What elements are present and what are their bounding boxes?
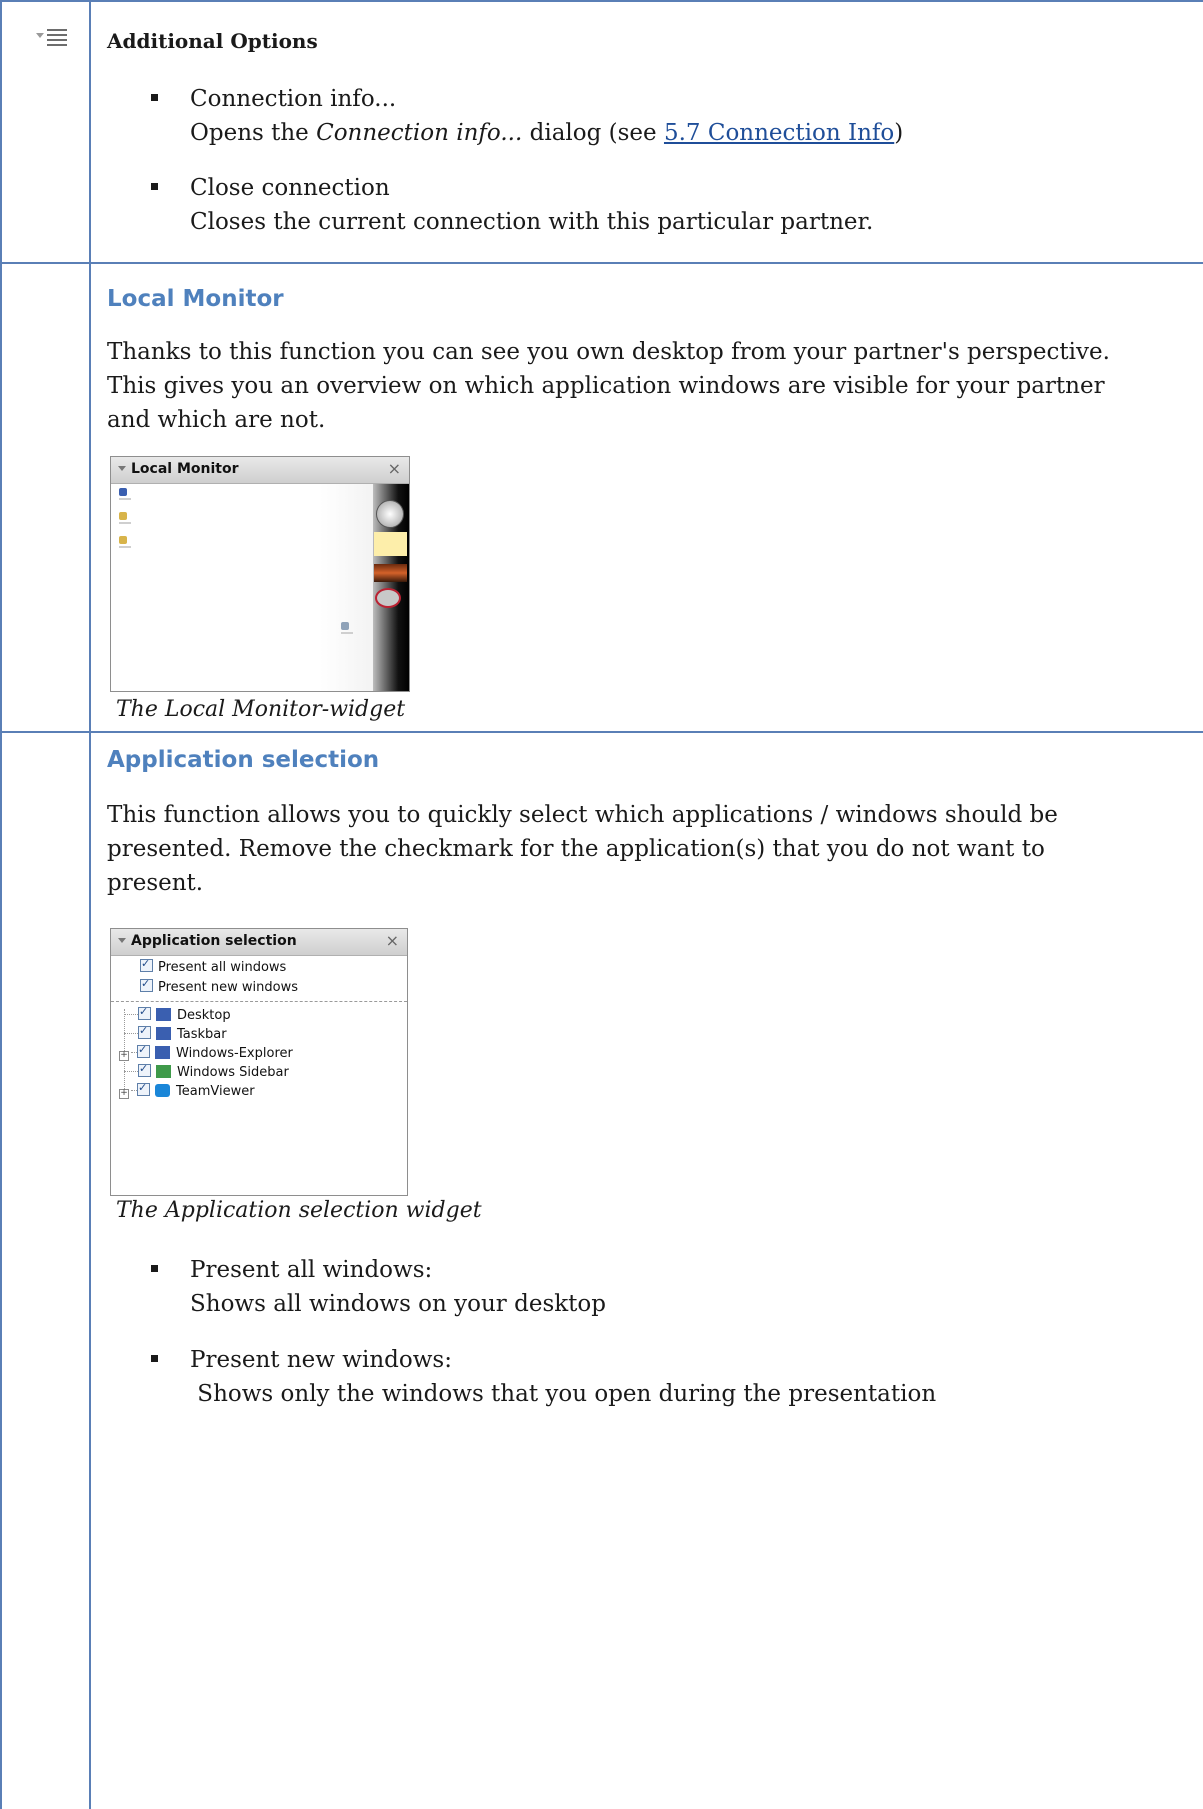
collapse-arrow-icon: [118, 938, 126, 943]
tree-item-label: TeamViewer: [176, 1084, 255, 1099]
collapse-arrow-icon: [118, 466, 126, 471]
connection-info-label: Connection info...: [190, 86, 397, 112]
connection-info-link[interactable]: 5.7 Connection Info: [664, 120, 894, 146]
paragraph-line: presented. Remove the checkmark for the …: [107, 836, 1045, 862]
checkbox-checked-icon: [140, 955, 153, 973]
widget-header: Local Monitor ×: [111, 457, 409, 484]
present-all-windows-option: Present all windows: [140, 955, 287, 977]
application-selection-heading: Application selection: [107, 747, 380, 773]
checkbox-checked-icon: [137, 1079, 150, 1097]
desktop-icon: [119, 536, 131, 548]
close-connection-label: Close connection: [190, 175, 390, 201]
paragraph-line: This function allows you to quickly sele…: [107, 802, 1058, 828]
present-all-windows-label: Present all windows:: [190, 1257, 433, 1283]
checkbox-checked-icon: [138, 1060, 151, 1078]
table-column-divider: [89, 0, 91, 1809]
tree-item-label: Windows Sidebar: [177, 1065, 289, 1080]
table-left-border: [0, 0, 2, 1809]
desktop-icon: [119, 488, 131, 500]
row-divider-2: [0, 731, 1203, 733]
checkbox-checked-icon: [137, 1041, 150, 1059]
present-all-windows-description: Shows all windows on your desktop: [190, 1291, 606, 1317]
checkbox-checked-icon: [138, 1022, 151, 1040]
cpu-meter-gadget-icon: [375, 588, 401, 608]
description-text: Opens the: [190, 120, 317, 146]
description-text: ): [894, 120, 904, 146]
local-monitor-caption: The Local Monitor-widget: [116, 697, 406, 722]
table-top-border: [0, 0, 1203, 2]
paragraph-line: This gives you an overview on which appl…: [107, 373, 1105, 399]
present-new-windows-option: Present new windows: [140, 975, 299, 997]
connection-info-description: Opens the Connection info... dialog (see…: [190, 116, 903, 150]
desktop-preview: [111, 484, 409, 691]
description-text: dialog (see: [522, 120, 664, 146]
slideshow-gadget-icon: [374, 564, 407, 582]
present-new-windows-label: Present new windows:: [190, 1347, 452, 1373]
teamviewer-icon: [155, 1084, 170, 1097]
dialog-name: Connection info...: [316, 120, 523, 146]
row-divider-1: [0, 262, 1203, 264]
tree-item-label: Windows-Explorer: [176, 1046, 293, 1061]
notes-gadget-icon: [374, 532, 407, 556]
tree-item-teamviewer: + TeamViewer: [119, 1079, 255, 1101]
option-label: Present new windows: [158, 980, 299, 995]
sidebar-app-icon: [156, 1065, 171, 1078]
monitor-icon: [156, 1008, 171, 1021]
present-new-windows-description: Shows only the windows that you open dur…: [190, 1381, 937, 1407]
tree-item-label: Desktop: [177, 1008, 231, 1023]
paragraph-line: and which are not.: [107, 407, 326, 433]
local-monitor-heading: Local Monitor: [107, 286, 284, 312]
checkbox-checked-icon: [138, 1003, 151, 1021]
expand-icon: +: [119, 1050, 129, 1061]
bullet-marker: [151, 183, 158, 190]
paragraph-line: present.: [107, 870, 204, 896]
tree-item-windows-sidebar: Windows Sidebar: [124, 1060, 289, 1082]
paragraph-line: Thanks to this function you can see you …: [107, 339, 1110, 365]
option-label: Present all windows: [158, 960, 287, 975]
bullet-marker: [151, 1355, 158, 1362]
clock-gadget-icon: [376, 500, 404, 528]
application-selection-widget-screenshot: Application selection × Present all wind…: [110, 928, 408, 1196]
close-icon: ×: [385, 931, 399, 950]
monitor-icon: [156, 1027, 171, 1040]
close-connection-description: Closes the current connection with this …: [190, 209, 874, 235]
local-monitor-widget-screenshot: Local Monitor ×: [110, 456, 410, 692]
bullet-marker: [151, 94, 158, 101]
widget-title: Local Monitor: [131, 461, 239, 477]
separator: [111, 1001, 407, 1002]
expand-icon: +: [119, 1088, 129, 1099]
desktop-icon: [119, 512, 131, 524]
application-selection-caption: The Application selection widget: [116, 1198, 482, 1223]
list-collapse-icon[interactable]: [34, 28, 74, 48]
additional-options-title: Additional Options: [107, 29, 318, 53]
tree-item-label: Taskbar: [177, 1027, 227, 1042]
local-monitor-paragraph: Thanks to this function you can see you …: [107, 335, 1110, 437]
sidebar-gadgets: [373, 484, 409, 691]
widget-title: Application selection: [131, 933, 297, 949]
close-icon: ×: [387, 459, 401, 478]
monitor-icon: [155, 1046, 170, 1059]
checkbox-checked-icon: [140, 975, 153, 993]
application-selection-paragraph: This function allows you to quickly sele…: [107, 798, 1058, 900]
bullet-marker: [151, 1265, 158, 1272]
widget-header: Application selection ×: [111, 929, 407, 956]
recycle-bin-icon: [341, 622, 353, 634]
